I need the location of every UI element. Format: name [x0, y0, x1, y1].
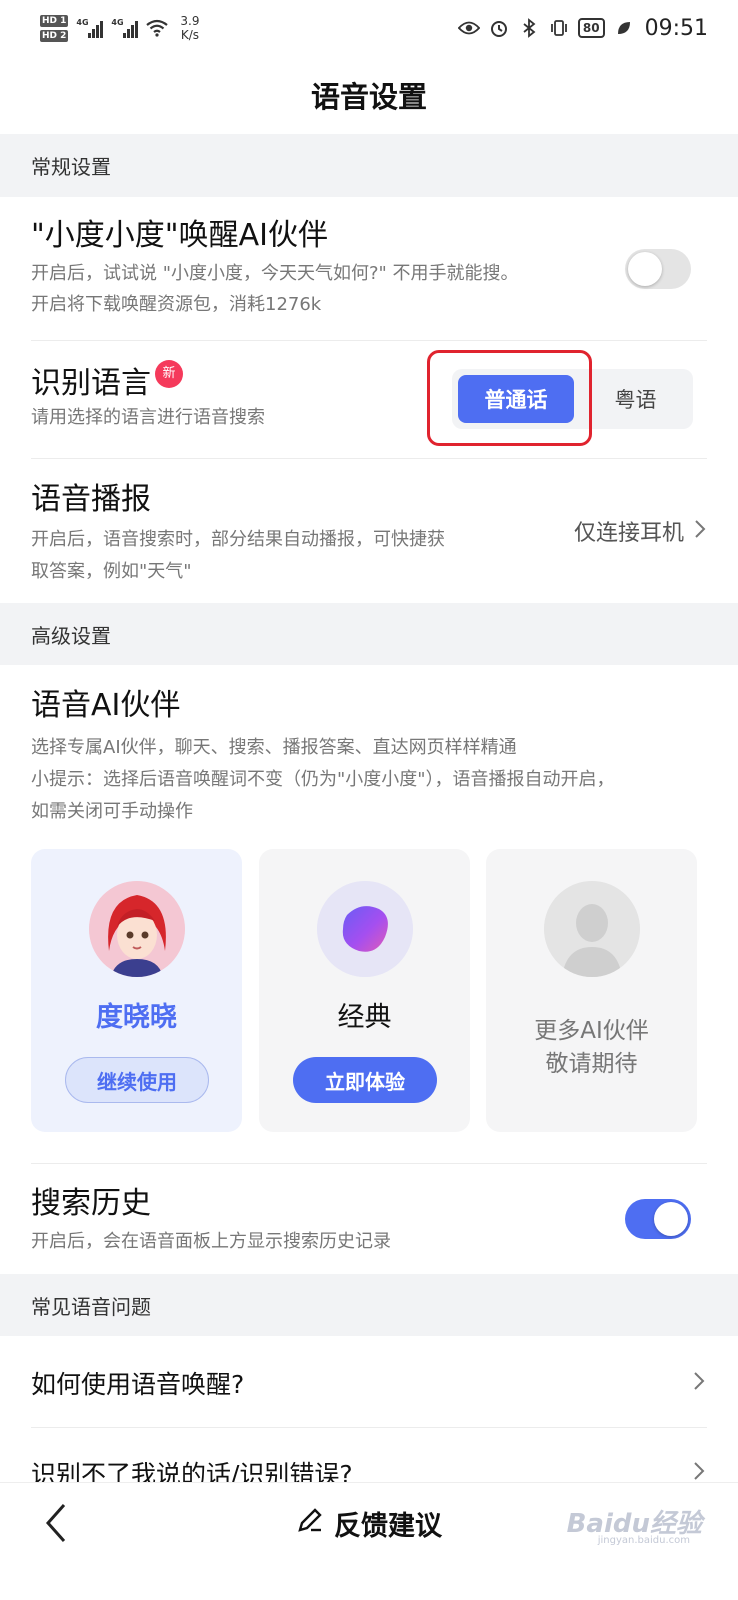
classic-avatar: [317, 881, 413, 977]
bottom-bar: 反馈建议 Baidu经验 jingyan.baidu.com: [0, 1482, 738, 1600]
toggle-knob: [628, 252, 662, 286]
faq-item-wake[interactable]: 如何使用语音唤醒?: [31, 1338, 707, 1428]
placeholder-person-icon: [544, 881, 640, 977]
bluetooth-icon: [518, 17, 540, 39]
more-partner-line2: 敬请期待: [545, 1051, 638, 1077]
annotation-highlight-box: [427, 350, 592, 446]
broadcast-title: 语音播报: [31, 482, 151, 517]
pen-icon: [296, 1506, 324, 1541]
broadcast-value: 仅连接耳机: [573, 521, 684, 546]
section-header-general: 常规设置: [0, 134, 738, 197]
ai-partner-title: 语音AI伙伴: [31, 688, 181, 723]
wake-toggle[interactable]: [625, 249, 691, 289]
language-desc: 请用选择的语言进行语音搜索: [31, 407, 265, 428]
wake-setting-row: "小度小度"唤醒AI伙伴 开启后，试试说 "小度小度，今天天气如何?" 不用手就…: [31, 216, 707, 319]
divider: [31, 458, 707, 459]
vibrate-icon: [548, 17, 570, 39]
language-title: 识别语言: [31, 366, 151, 401]
ai-card-more: 更多AI伙伴 敬请期待: [486, 849, 697, 1132]
duxiaoxiao-name: 度晓晓: [96, 1002, 177, 1033]
divider: [31, 340, 707, 341]
section-header-faq: 常见语音问题: [0, 1274, 738, 1336]
feedback-label: 反馈建议: [334, 1511, 442, 1542]
broadcast-value-link[interactable]: 仅连接耳机: [574, 515, 706, 547]
wake-desc-1: 开启后，试试说 "小度小度，今天天气如何?" 不用手就能搜。: [31, 263, 519, 284]
language-setting-row: 识别语言新 请用选择的语言进行语音搜索: [31, 360, 431, 432]
ai-partner-desc-3: 如需关闭可手动操作: [31, 801, 193, 822]
language-option-cantonese[interactable]: 粤语: [588, 375, 683, 423]
clock: 09:51: [644, 15, 708, 41]
ai-card-classic[interactable]: 经典 立即体验: [259, 849, 470, 1132]
section-header-advanced: 高级设置: [0, 603, 738, 665]
status-bar: HD 1 HD 2 4G 4G 3.9 K/s 80 09:51: [0, 0, 738, 56]
broadcast-desc-1: 开启后，语音搜索时，部分结果自动播报，可快捷获: [31, 529, 445, 550]
ai-partner-cards: 度晓晓 继续使用 经典 立即体验 更多AI伙伴 敬请期待: [31, 849, 698, 1132]
baidu-watermark-url: jingyan.baidu.com: [597, 1535, 690, 1546]
faq-item-label: 如何使用语音唤醒?: [31, 1370, 245, 1399]
back-button[interactable]: [36, 1503, 76, 1543]
chevron-right-icon: [694, 516, 706, 546]
battery-icon: 80: [577, 18, 605, 38]
ai-card-duxiaoxiao[interactable]: 度晓晓 继续使用: [31, 849, 242, 1132]
wake-desc-2: 开启将下载唤醒资源包，消耗1276k: [31, 294, 322, 315]
history-title: 搜索历史: [31, 1186, 151, 1221]
chevron-left-icon: [45, 1504, 66, 1542]
ai-partner-section: 语音AI伙伴 选择专属AI伙伴，聊天、搜索、播报答案、直达网页样样精通 小提示：…: [31, 686, 707, 828]
wake-title: "小度小度"唤醒AI伙伴: [31, 218, 328, 253]
history-setting-row: 搜索历史 开启后，会在语音面板上方显示搜索历史记录: [31, 1184, 707, 1256]
chevron-right-icon: [693, 1369, 705, 1397]
history-desc: 开启后，会在语音面板上方显示搜索历史记录: [31, 1231, 391, 1252]
wifi-icon: [146, 17, 169, 39]
broadcast-desc-2: 取答案，例如"天气": [31, 561, 192, 582]
signal-2-icon: 4G: [111, 18, 139, 38]
page-title: 语音设置: [310, 80, 427, 114]
broadcast-setting-row[interactable]: 语音播报 开启后，语音搜索时，部分结果自动播报，可快捷获 取答案，例如"天气": [31, 480, 511, 588]
network-speed: 3.9 K/s: [180, 14, 200, 42]
new-badge: 新: [155, 360, 183, 388]
feedback-button[interactable]: 反馈建议: [296, 1504, 442, 1543]
continue-use-button[interactable]: 继续使用: [65, 1057, 209, 1103]
classic-name: 经典: [337, 1002, 392, 1033]
signal-1-icon: 4G: [76, 18, 104, 38]
leaf-icon: [613, 17, 635, 39]
try-now-button[interactable]: 立即体验: [293, 1057, 437, 1103]
history-toggle[interactable]: [625, 1199, 691, 1239]
divider: [31, 1163, 707, 1164]
more-partner-line1: 更多AI伙伴: [534, 1018, 649, 1044]
duxiaoxiao-avatar: [89, 881, 185, 977]
ai-partner-desc-2: 小提示：选择后语音唤醒词不变（仍为"小度小度"），语音播报自动开启，: [31, 769, 615, 790]
alarm-icon: [488, 17, 510, 39]
sim2-hd-badge: HD 2: [40, 29, 69, 42]
toggle-knob: [654, 1202, 688, 1236]
sim1-hd-badge: HD 1: [40, 14, 69, 27]
eye-icon: [457, 17, 480, 39]
ai-partner-desc-1: 选择专属AI伙伴，聊天、搜索、播报答案、直达网页样样精通: [31, 737, 517, 758]
title-bar: 语音设置: [0, 56, 738, 134]
